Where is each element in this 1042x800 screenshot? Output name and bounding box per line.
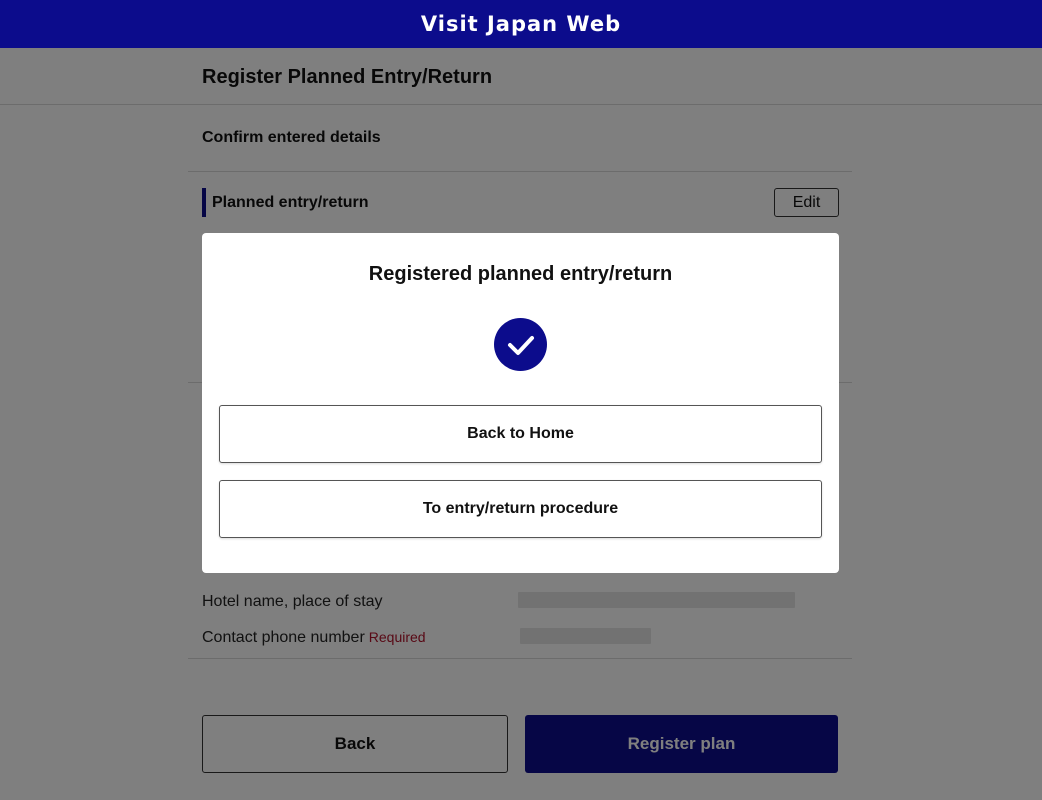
site-header: Visit Japan Web (0, 0, 1042, 48)
back-to-home-button[interactable]: Back to Home (219, 405, 822, 463)
dialog-title: Registered planned entry/return (368, 263, 673, 285)
site-title: Visit Japan Web (420, 12, 622, 36)
entry-return-procedure-button[interactable]: To entry/return procedure (219, 480, 822, 538)
registration-complete-dialog: Registered planned entry/return Back to … (202, 233, 839, 573)
check-circle-icon (494, 318, 547, 371)
